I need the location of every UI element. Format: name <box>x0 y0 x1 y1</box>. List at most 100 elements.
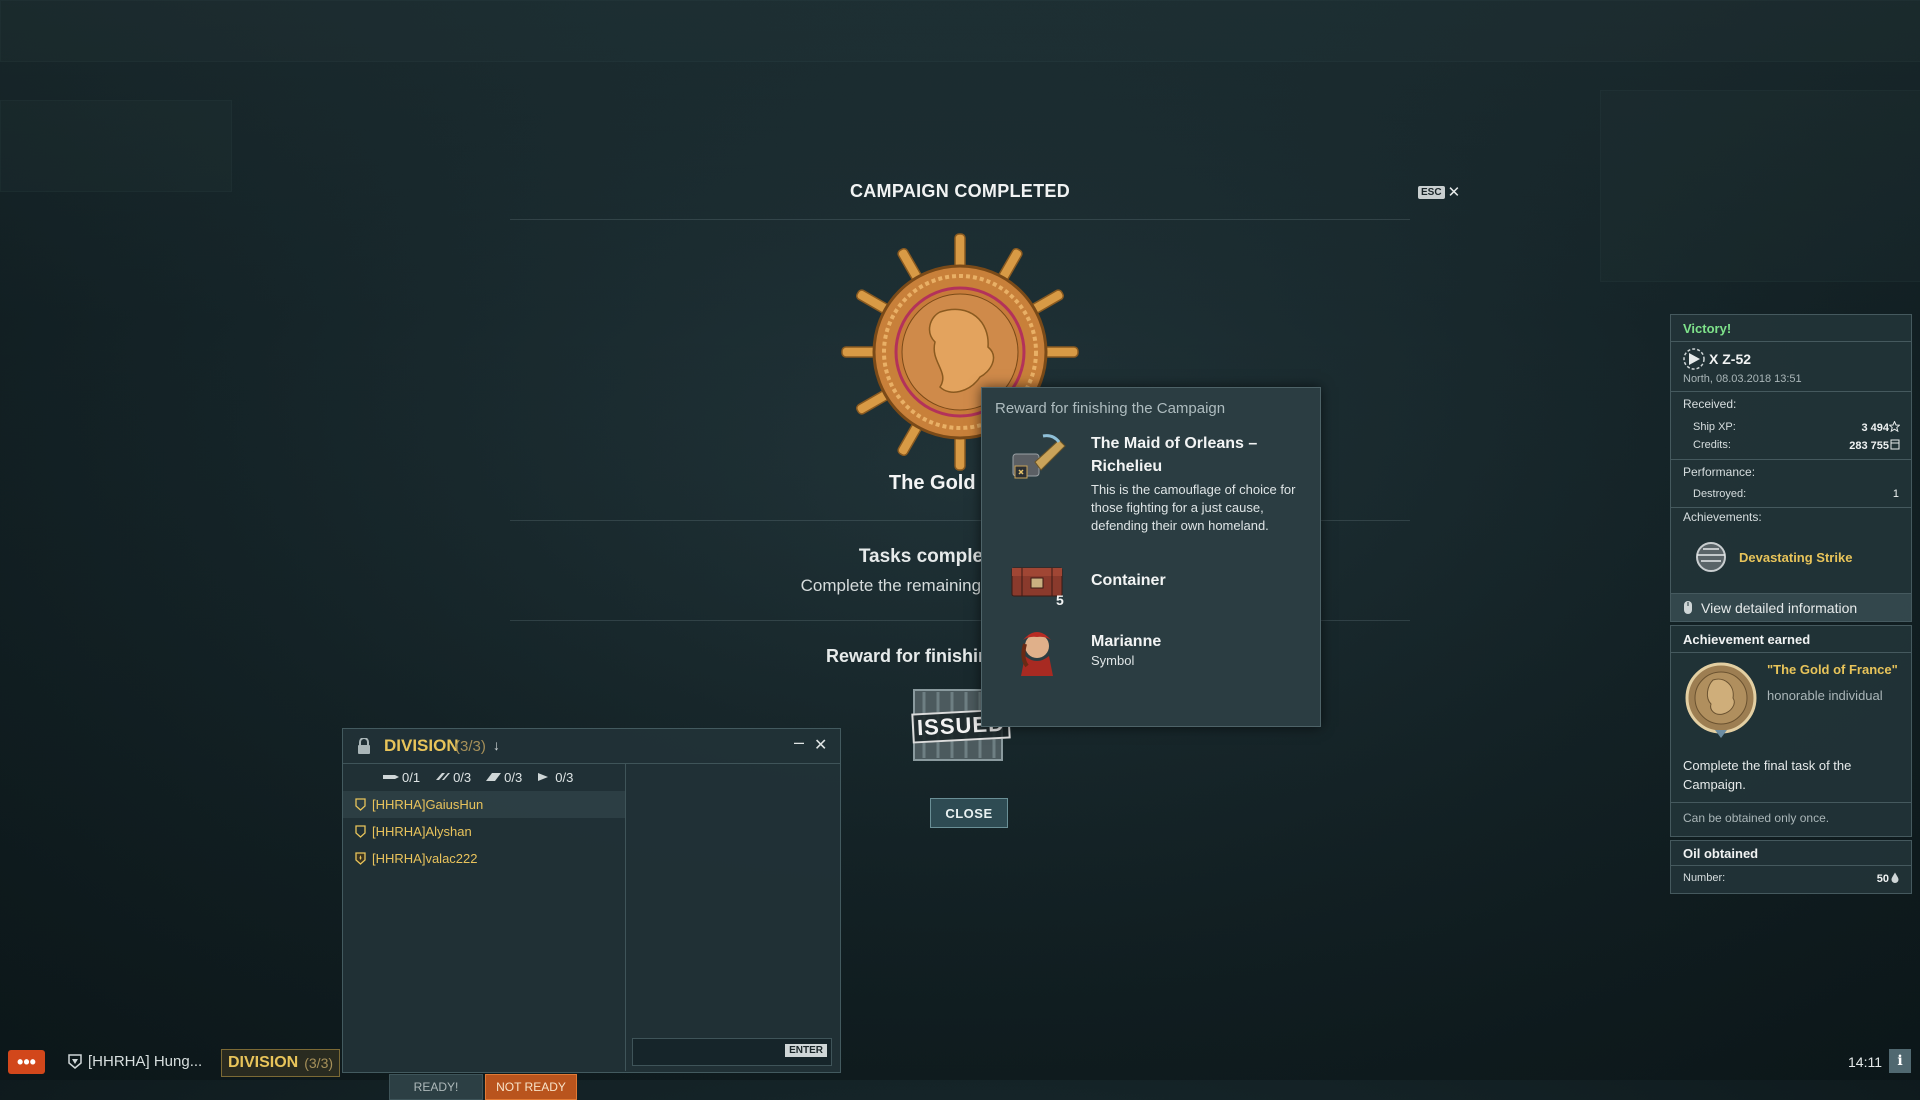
info-button[interactable]: i <box>1889 1049 1911 1073</box>
reward-item-name: Container <box>1091 572 1166 589</box>
ship-xp-label: Ship XP: <box>1693 421 1736 433</box>
achievement-earned-header: Achievement earned <box>1683 632 1811 647</box>
achievement-earned-note: Can be obtained only once. <box>1683 811 1830 825</box>
stat-value: 0/3 <box>504 769 523 785</box>
minimize-button[interactable]: – <box>794 732 804 753</box>
tooltip-header: Reward for finishing the Campaign <box>995 400 1226 417</box>
divider <box>510 219 1410 220</box>
division-member[interactable]: [HHRHA]valac222 <box>343 845 625 872</box>
oil-obtained-card: Oil obtained Number: 50 <box>1670 840 1912 894</box>
division-close-button[interactable]: ✕ <box>814 735 827 755</box>
destroyed-value: 1 <box>1892 488 1899 500</box>
xp-star-icon <box>1889 421 1900 432</box>
stat-value: 0/3 <box>555 769 574 785</box>
performance-label: Performance: <box>1683 465 1756 479</box>
destroyer-icon <box>383 775 399 779</box>
division-tab[interactable]: DIVISION (3/3) <box>221 1049 341 1077</box>
cruiser-icon <box>436 773 451 780</box>
division-header: DIVISION (3/3) ↓ – ✕ <box>343 729 840 764</box>
member-name: [HHRHA]valac222 <box>372 851 478 866</box>
division-member[interactable]: [HHRHA]GaiusHun <box>343 791 625 818</box>
stat-flag: 0/3 <box>536 770 573 785</box>
ready-button[interactable]: READY! <box>389 1074 483 1100</box>
divider <box>1671 652 1911 653</box>
campaign-name: The Gold of <box>888 472 1000 494</box>
divider <box>1671 507 1911 508</box>
close-icon: ✕ <box>1447 183 1461 201</box>
clan-shield-icon <box>68 1054 82 1069</box>
divider <box>1671 341 1911 342</box>
modal-title: CAMPAIGN COMPLETED <box>849 181 1071 201</box>
reward-tooltip: Reward for finishing the Campaign The Ma… <box>981 387 1321 727</box>
oil-number-label: Number: <box>1683 872 1726 884</box>
chat-button[interactable]: ••• <box>8 1050 45 1074</box>
credits-icon <box>1890 439 1900 450</box>
stat-value: 0/1 <box>402 769 421 785</box>
stat-cruiser: 0/3 <box>434 770 471 785</box>
division-members-column: 0/1 0/3 0/3 0/3 [HHRHA]GaiusHun [HHRHA]A… <box>343 764 626 1100</box>
achievement-earned-type: honorable individual <box>1767 688 1883 703</box>
view-details-label: View detailed information <box>1701 600 1858 616</box>
battle-result: Victory! <box>1683 321 1732 336</box>
division-panel: DIVISION (3/3) ↓ – ✕ 0/1 0/3 0/3 0/3 [HH… <box>342 728 841 1100</box>
stat-value: 0/3 <box>453 769 472 785</box>
credits-label: Credits: <box>1693 439 1731 451</box>
lock-icon[interactable] <box>357 738 371 754</box>
camouflage-icon <box>1012 434 1066 479</box>
battle-summary-card: Victory! X Z-52 North, 08.03.2018 13:51 … <box>1670 314 1912 622</box>
ship-xp-value: 3 494 <box>1861 422 1889 434</box>
achievement-earned-name: "The Gold of France" <box>1767 662 1898 677</box>
mouse-icon <box>1684 601 1692 614</box>
divider <box>1671 802 1911 803</box>
tasks-description: Complete the remaining ta <box>800 576 1000 595</box>
flag-icon <box>538 773 549 781</box>
oil-obtained-header: Oil obtained <box>1683 846 1759 861</box>
achievement-name: Devastating Strike <box>1739 550 1853 565</box>
divider <box>1671 865 1911 866</box>
reward-title: Reward for finishing <box>825 646 1000 666</box>
stat-battleship: 0/3 <box>485 770 522 785</box>
not-ready-button[interactable]: NOT READY <box>485 1074 577 1100</box>
reward-item-description: Symbol <box>1091 653 1135 668</box>
division-chat-input[interactable]: ENTER <box>632 1038 832 1066</box>
division-count: (3/3) <box>455 738 486 755</box>
map-and-time: North, 08.03.2018 13:51 <box>1683 373 1802 385</box>
stat-destroyer: 0/1 <box>383 770 420 785</box>
background-left-panel <box>0 100 232 192</box>
divider <box>1671 391 1911 392</box>
close-button[interactable]: CLOSE <box>930 798 1008 828</box>
commander-shield-icon <box>355 852 366 865</box>
clan-chat-tab[interactable]: [HHRHA] Hung... <box>68 1053 202 1070</box>
reward-item-name: Marianne <box>1091 633 1162 650</box>
clock: 14:11 <box>1848 1054 1882 1070</box>
division-members-list: [HHRHA]GaiusHun [HHRHA]Alyshan [HHRHA]va… <box>343 791 625 872</box>
achievement-earned-card: Achievement earned "The Gold of France" … <box>1670 625 1912 837</box>
battle-results-panel: Victory! X Z-52 North, 08.03.2018 13:51 … <box>1670 314 1912 894</box>
achievements-label: Achievements: <box>1683 510 1762 524</box>
shield-icon <box>355 798 366 811</box>
gold-of-france-medal-icon <box>1685 662 1757 738</box>
division-tab-label: DIVISION <box>228 1054 299 1071</box>
ship-class-stats: 0/1 0/3 0/3 0/3 <box>383 764 573 790</box>
ship-name: X Z-52 <box>1709 351 1752 367</box>
battleship-icon <box>486 773 502 781</box>
division-sort-icon[interactable]: ↓ <box>493 737 500 753</box>
division-tab-count: (3/3) <box>304 1055 334 1071</box>
received-label: Received: <box>1683 397 1737 411</box>
esc-key-label: ESC <box>1418 186 1445 199</box>
oil-drop-icon <box>1891 872 1899 883</box>
achievement-earned-description: Complete the final task of the Campaign. <box>1683 758 1852 792</box>
devastating-strike-icon <box>1696 542 1726 572</box>
member-name: [HHRHA]Alyshan <box>372 824 472 839</box>
credits-value: 283 755 <box>1849 440 1889 452</box>
view-details-button[interactable]: View detailed information <box>1671 593 1911 622</box>
divider <box>1671 459 1911 460</box>
reward-item-name: The Maid of Orleans – Richelieu <box>1091 435 1258 475</box>
enter-button[interactable]: ENTER <box>785 1044 827 1057</box>
modal-close-button[interactable]: ESC ✕ <box>1418 183 1461 201</box>
clan-chat-label: [HHRHA] Hung... <box>88 1053 203 1070</box>
background-topbar <box>0 0 1920 62</box>
background-right-panel <box>1600 90 1920 282</box>
division-member[interactable]: [HHRHA]Alyshan <box>343 818 625 845</box>
flag-symbol-icon <box>1021 632 1053 676</box>
